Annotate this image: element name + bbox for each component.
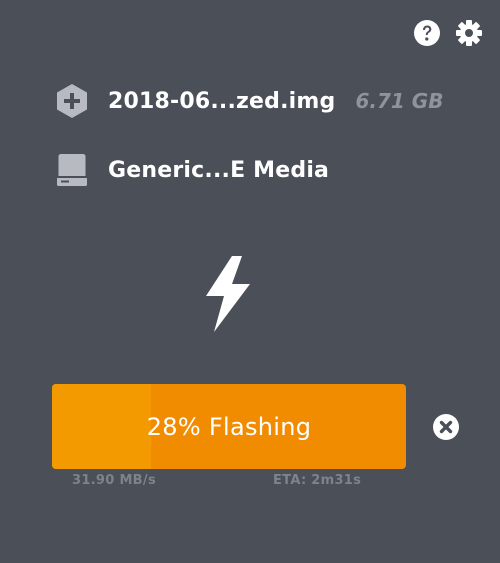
image-row: 2018-06...zed.img 6.71 GB (54, 83, 443, 119)
image-icon-wrapper (54, 83, 90, 119)
close-circle-icon (433, 414, 459, 440)
flash-progress-bar: 28% Flashing (52, 384, 406, 469)
hard-drive-icon (57, 154, 87, 186)
cancel-flash-button[interactable] (432, 413, 460, 441)
image-name[interactable]: 2018-06...zed.img (108, 89, 336, 114)
drive-row: Generic...E Media (54, 152, 329, 188)
hexagon-plus-icon (57, 84, 87, 118)
help-button[interactable] (412, 18, 442, 48)
progress-status-label: 28% Flashing (146, 412, 312, 441)
image-size: 6.71 GB (355, 89, 444, 113)
drive-name[interactable]: Generic...E Media (108, 158, 329, 183)
settings-button[interactable] (454, 18, 484, 48)
gear-icon (456, 20, 482, 46)
lightning-bolt-icon (206, 256, 250, 332)
flash-speed: 31.90 MB/s (72, 473, 156, 488)
top-toolbar (412, 18, 484, 48)
flash-eta: ETA: 2m31s (273, 473, 362, 488)
drive-icon-wrapper (54, 152, 90, 188)
question-circle-icon (414, 20, 440, 46)
